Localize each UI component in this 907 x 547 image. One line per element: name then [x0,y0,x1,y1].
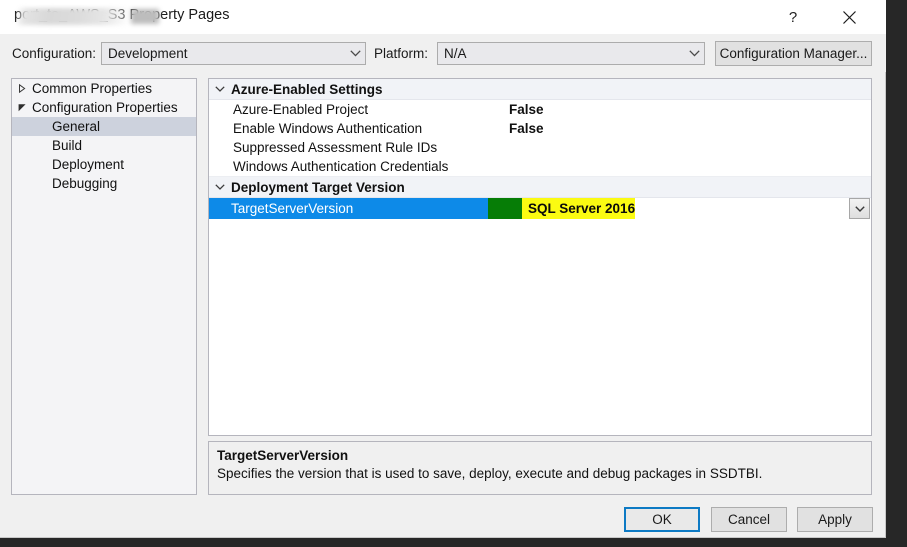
tree-item-common-properties[interactable]: Common Properties [12,79,196,98]
platform-select-value: N/A [438,46,684,61]
configuration-manager-button-label: Configuration Manager... [720,46,868,61]
configuration-label: Configuration: [12,46,96,61]
grid-category-deployment-target-version[interactable]: Deployment Target Version [209,177,871,198]
tree-item-build[interactable]: Build [12,136,196,155]
property-value[interactable]: SQL Server 2016 [522,198,635,219]
property-grid[interactable]: Azure-Enabled Settings Azure-Enabled Pro… [208,78,872,436]
tree-item-configuration-properties[interactable]: Configuration Properties [12,98,196,117]
title-redaction-blur [17,8,129,25]
property-pages-dialog: port_to_AWS_S3 Property Pages ? Configur… [0,0,886,538]
tree-item-label: Debugging [12,176,117,191]
grid-category-label: Deployment Target Version [231,180,405,195]
tree-item-label: General [12,119,100,134]
property-value[interactable]: False [505,102,871,117]
tree-item-label: Deployment [12,157,124,172]
ok-button-label: OK [652,512,672,527]
platform-label: Platform: [374,46,428,61]
apply-button[interactable]: Apply [797,507,873,532]
properties-tree[interactable]: Common Properties Configuration Properti… [11,78,197,495]
help-icon: ? [789,9,797,26]
description-title: TargetServerVersion [217,448,863,463]
target-server-version-dropdown-button[interactable] [849,198,870,219]
ok-button[interactable]: OK [624,507,700,532]
property-name: Enable Windows Authentication [209,121,505,136]
close-button[interactable] [826,0,872,34]
tree-item-general[interactable]: General [12,117,196,136]
grid-category-azure-enabled-settings[interactable]: Azure-Enabled Settings [209,79,871,100]
property-value[interactable]: False [505,121,871,136]
chevron-right-icon[interactable] [12,84,30,93]
configuration-manager-button[interactable]: Configuration Manager... [715,41,872,66]
tree-item-label: Configuration Properties [30,100,178,115]
desktop-backdrop: port_to_AWS_S3 Property Pages ? Configur… [0,0,907,547]
tree-item-label: Build [12,138,82,153]
grid-row-azure-enabled-project[interactable]: Azure-Enabled Project False [209,100,871,119]
platform-select[interactable]: N/A [437,42,705,65]
value-marker-highlight [488,198,522,219]
grid-row-enable-windows-authentication[interactable]: Enable Windows Authentication False [209,119,871,138]
chevron-down-icon [684,50,704,57]
grid-row-suppressed-assessment-rule-ids[interactable]: Suppressed Assessment Rule IDs [209,138,871,157]
cancel-button[interactable]: Cancel [711,507,787,532]
grid-category-label: Azure-Enabled Settings [231,82,383,97]
cancel-button-label: Cancel [728,512,770,527]
description-text: Specifies the version that is used to sa… [217,466,863,481]
title-redaction-blur-secondary [131,9,159,24]
tree-item-deployment[interactable]: Deployment [12,155,196,174]
title-bar: port_to_AWS_S3 Property Pages ? [0,0,886,34]
help-button[interactable]: ? [770,0,816,34]
chevron-down-icon[interactable] [209,86,231,92]
grid-row-target-server-version[interactable]: TargetServerVersion SQL Server 2016 [209,198,871,219]
configuration-select[interactable]: Development [101,42,366,65]
tree-item-label: Common Properties [30,81,152,96]
property-description-pane: TargetServerVersion Specifies the versio… [208,441,872,495]
chevron-down-icon [345,50,365,57]
property-name: Azure-Enabled Project [209,102,505,117]
apply-button-label: Apply [818,512,852,527]
property-name: TargetServerVersion [209,198,488,219]
configuration-select-value: Development [102,46,345,61]
close-icon [843,11,856,24]
chevron-down-icon[interactable] [209,184,231,190]
configuration-bar: Configuration: Development Platform: N/A [0,34,886,72]
chevron-down-filled-icon[interactable] [12,103,30,112]
property-name: Windows Authentication Credentials [209,159,505,174]
property-value-empty-area[interactable] [635,198,871,219]
grid-row-windows-authentication-credentials[interactable]: Windows Authentication Credentials [209,157,871,176]
property-name: Suppressed Assessment Rule IDs [209,140,505,155]
tree-item-debugging[interactable]: Debugging [12,174,196,193]
